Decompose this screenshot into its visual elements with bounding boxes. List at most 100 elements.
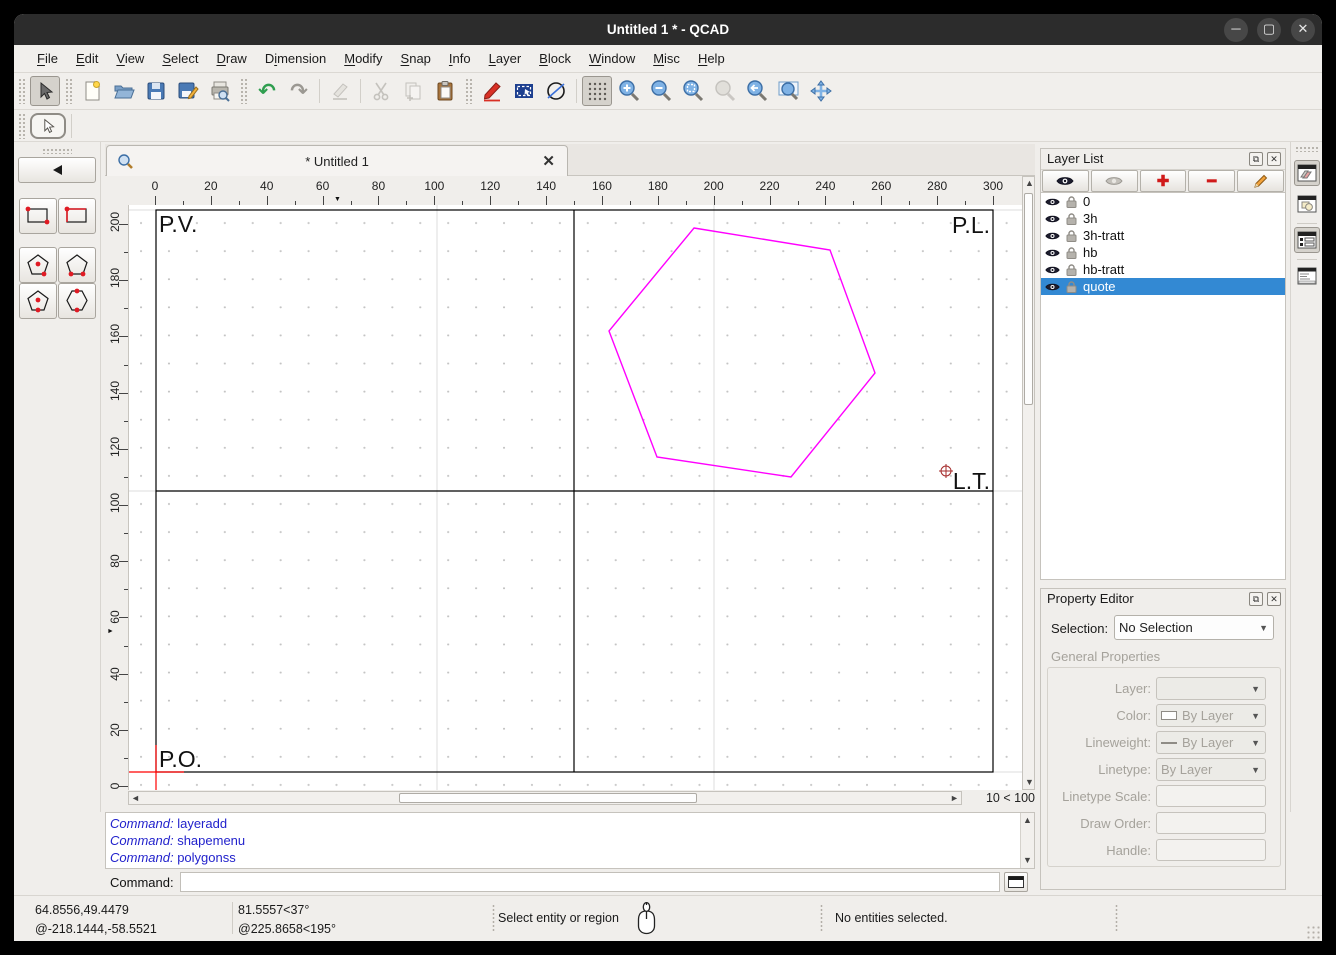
selection-pointer-button[interactable] — [30, 76, 60, 106]
toolbar-drag-handle[interactable] — [465, 78, 472, 104]
edit-layer-button[interactable] — [1237, 170, 1284, 192]
zoom-back-button[interactable] — [742, 76, 772, 106]
command-line-toggle-button[interactable] — [1294, 263, 1320, 289]
menu-item[interactable]: Block — [530, 47, 580, 70]
rectangle-size-button[interactable] — [58, 198, 96, 234]
zoom-out-button[interactable] — [646, 76, 676, 106]
polygon-2vertices-button[interactable] — [58, 247, 96, 283]
cut-button[interactable] — [366, 76, 396, 106]
menu-item[interactable]: Info — [440, 47, 480, 70]
property-combo[interactable]: By Layer ▼ — [1156, 704, 1266, 727]
maximize-button[interactable]: ▢ — [1257, 18, 1281, 42]
document-tab[interactable]: * Untitled 1 ✕ — [106, 145, 568, 176]
paste-button[interactable] — [430, 76, 460, 106]
hexagon-entity[interactable] — [609, 228, 875, 477]
toolbar-drag-handle[interactable] — [18, 78, 25, 104]
menu-item[interactable]: Dimension — [256, 47, 335, 70]
hide-all-layers-button[interactable] — [1091, 170, 1138, 192]
panel-close-icon[interactable]: ✕ — [1267, 592, 1281, 606]
draw-pencil-button[interactable] — [477, 76, 507, 106]
layer-lock-icon[interactable] — [1066, 281, 1077, 293]
polygon-center-edge-button[interactable] — [19, 283, 57, 319]
layer-visibility-eye-icon[interactable] — [1045, 197, 1060, 207]
property-combo[interactable]: By Layer ▼ — [1156, 758, 1266, 781]
vertical-scrollbar[interactable]: ▲ ▼ — [1022, 176, 1035, 790]
menu-item[interactable]: Snap — [392, 47, 440, 70]
polygon-center-vertex-button[interactable] — [19, 247, 57, 283]
scroll-up-icon[interactable]: ▲ — [1023, 177, 1036, 190]
console-toggle-button[interactable] — [1004, 872, 1028, 892]
back-button[interactable] — [18, 157, 96, 183]
toolbar-drag-handle[interactable] — [1295, 146, 1319, 152]
property-input[interactable] — [1156, 812, 1266, 834]
layer-row[interactable]: 0 — [1041, 193, 1285, 210]
menu-item[interactable]: View — [107, 47, 153, 70]
vertical-scrollbar-thumb[interactable] — [1024, 193, 1033, 405]
zoom-previous-button[interactable] — [710, 76, 740, 106]
menu-item[interactable]: Layer — [480, 47, 531, 70]
zoom-in-button[interactable] — [614, 76, 644, 106]
remove-layer-button[interactable]: ━ — [1188, 170, 1235, 192]
pan-button[interactable] — [806, 76, 836, 106]
grid-toggle-button[interactable] — [582, 76, 612, 106]
add-layer-button[interactable]: ✚ — [1140, 170, 1187, 192]
scroll-up-icon[interactable]: ▲ — [1021, 814, 1034, 827]
layer-row[interactable]: quote — [1041, 278, 1285, 295]
layer-list-toggle-button[interactable] — [1294, 160, 1320, 186]
menu-item[interactable]: Help — [689, 47, 734, 70]
window-resize-grip[interactable] — [1306, 925, 1320, 939]
scroll-down-icon[interactable]: ▼ — [1021, 854, 1034, 867]
layer-visibility-eye-icon[interactable] — [1045, 214, 1060, 224]
property-input[interactable] — [1156, 839, 1266, 861]
scroll-right-icon[interactable]: ► — [948, 792, 961, 805]
selection-combo[interactable]: No Selection ▼ — [1114, 615, 1274, 640]
toolbar-drag-handle[interactable] — [240, 78, 247, 104]
new-document-button[interactable] — [77, 76, 107, 106]
selection-mode-button[interactable] — [509, 76, 539, 106]
panel-float-icon[interactable]: ⧉ — [1249, 592, 1263, 606]
menu-item[interactable]: Select — [153, 47, 207, 70]
layer-visibility-eye-icon[interactable] — [1045, 265, 1060, 275]
print-preview-button[interactable] — [205, 76, 235, 106]
layer-row[interactable]: hb-tratt — [1041, 261, 1285, 278]
scroll-down-icon[interactable]: ▼ — [1023, 776, 1036, 789]
panel-float-icon[interactable]: ⧉ — [1249, 152, 1263, 166]
open-file-button[interactable] — [109, 76, 139, 106]
rectangle-2points-button[interactable] — [19, 198, 57, 234]
minimize-button[interactable]: ─ — [1224, 18, 1248, 42]
zoom-window-button[interactable] — [774, 76, 804, 106]
menu-item[interactable]: Edit — [67, 47, 107, 70]
undo-button[interactable]: ↶ — [252, 76, 282, 106]
menu-item[interactable]: File — [28, 47, 67, 70]
panel-close-icon[interactable]: ✕ — [1267, 152, 1281, 166]
menu-item[interactable]: Draw — [207, 47, 255, 70]
layer-lock-icon[interactable] — [1066, 230, 1077, 242]
layer-visibility-eye-icon[interactable] — [1045, 282, 1060, 292]
layer-row[interactable]: 3h — [1041, 210, 1285, 227]
selection-tool-button[interactable] — [30, 113, 66, 139]
layer-lock-icon[interactable] — [1066, 213, 1077, 225]
copy-button[interactable] — [398, 76, 428, 106]
property-editor-toggle-button[interactable] — [1294, 227, 1320, 253]
menu-item[interactable]: Window — [580, 47, 644, 70]
save-as-button[interactable] — [173, 76, 203, 106]
layer-row[interactable]: 3h-tratt — [1041, 227, 1285, 244]
show-all-layers-button[interactable] — [1042, 170, 1089, 192]
menu-item[interactable]: Misc — [644, 47, 689, 70]
redo-button[interactable]: ↷ — [284, 76, 314, 106]
horizontal-scrollbar[interactable]: ◄ ► — [128, 791, 962, 805]
drawing-canvas[interactable]: P.V. P.L. L.T. P.O. — [128, 205, 1022, 790]
scroll-left-icon[interactable]: ◄ — [129, 792, 142, 805]
property-combo[interactable]: By Layer ▼ — [1156, 731, 1266, 754]
command-input[interactable] — [180, 872, 1000, 892]
property-combo[interactable]: ▼ — [1156, 677, 1266, 700]
dock-drag-handle[interactable] — [42, 148, 72, 154]
layer-lock-icon[interactable] — [1066, 264, 1077, 276]
save-button[interactable] — [141, 76, 171, 106]
layer-lock-icon[interactable] — [1066, 196, 1077, 208]
toolbar-drag-handle[interactable] — [65, 78, 72, 104]
toolbar-drag-handle[interactable] — [18, 113, 25, 139]
history-scrollbar[interactable]: ▲ ▼ — [1020, 813, 1034, 868]
polygon-side-side-button[interactable] — [58, 283, 96, 319]
auto-zoom-button[interactable] — [678, 76, 708, 106]
